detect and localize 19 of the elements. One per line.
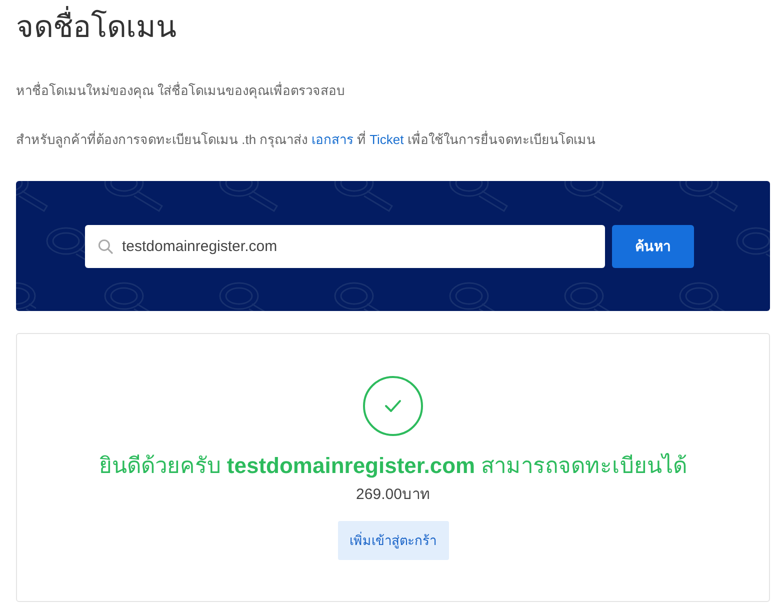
add-to-cart-button[interactable]: เพิ่มเข้าสู่ตะกร้า: [338, 521, 448, 560]
page-title: จดชื่อโดเมน: [16, 8, 177, 48]
magnifier-icon: [564, 181, 624, 214]
price-text: 269.00บาท: [356, 485, 430, 505]
magnifier-icon: [16, 181, 49, 214]
registration-note: สำหรับลูกค้าที่ต้องการจดทะเบียนโดเมน .th กรุณาส่ง เอกสาร ที่ Ticket เพื่อใช้ในการยื่นจดทะเบียนโดเมน: [16, 130, 596, 150]
magnifier-icon: [219, 181, 279, 214]
magnifier-icon: [679, 181, 739, 214]
search-icon: [98, 238, 113, 254]
search-field[interactable]: testdomainregister.com: [85, 224, 605, 268]
text-link[interactable]: Ticket: [370, 132, 404, 147]
magnifier-icon: [104, 181, 164, 214]
magnifier-icon: [334, 181, 394, 214]
search-button[interactable]: ค้นหา: [612, 224, 694, 268]
availability-message: ยินดีด้วยครับ testdomainregister.com สามารถจดทะเบียนได้: [98, 452, 688, 480]
text-link[interactable]: เอกสาร: [311, 132, 354, 147]
magnifier-icon: [16, 281, 36, 311]
magnifier-icon: [449, 181, 509, 214]
intro-text: หาชื่อโดเมนใหม่ของคุณ ใส่ชื่อโดเมนของคุณเพื่อตรวจสอบ: [16, 81, 345, 100]
